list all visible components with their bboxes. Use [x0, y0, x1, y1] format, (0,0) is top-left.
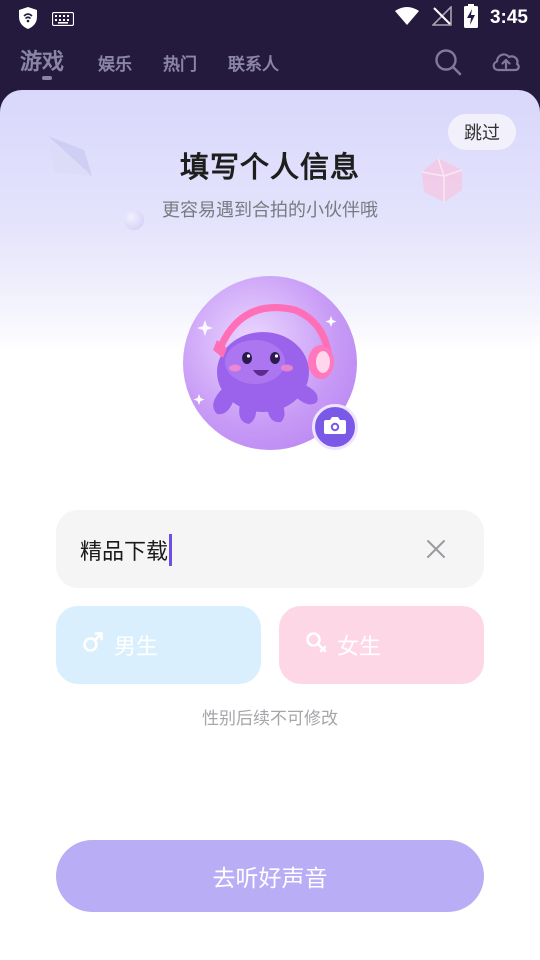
gender-female-button[interactable]: 女生 — [279, 606, 484, 684]
search-icon[interactable] — [432, 46, 464, 78]
nickname-input[interactable]: 精品下载 — [56, 510, 484, 588]
gender-female-label: 女生 — [337, 635, 382, 660]
nickname-value: 精品下载 — [80, 540, 169, 565]
male-symbol-icon — [82, 631, 104, 659]
gender-male-button[interactable]: 男生 — [56, 606, 261, 684]
tab-contacts[interactable]: 联系人 — [228, 50, 279, 75]
cloud-upload-icon[interactable] — [490, 46, 522, 78]
profile-setup-card: 跳过 填写个人信息 更容易遇到合拍的小伙伴哦 精品下载 男生 女生 性别后续不可… — [0, 90, 540, 960]
page-subtitle: 更容易遇到合拍的小伙伴哦 — [162, 200, 378, 221]
tab-popular[interactable]: 热门 — [163, 50, 197, 75]
no-signal-icon — [431, 5, 452, 30]
camera-icon — [323, 415, 347, 439]
top-navigation: 游戏 娱乐 热门 联系人 — [0, 36, 540, 90]
change-avatar-button[interactable] — [312, 404, 358, 450]
battery-charging-icon — [463, 4, 478, 32]
status-bar: 3:45 — [0, 0, 540, 36]
keyboard-icon — [51, 11, 75, 30]
female-symbol-icon — [305, 631, 327, 659]
tab-entertainment[interactable]: 娱乐 — [98, 50, 132, 75]
active-tab-indicator — [42, 76, 52, 80]
tab-games[interactable]: 游戏 — [20, 44, 64, 76]
shield-icon — [18, 6, 38, 34]
page-title: 填写个人信息 — [179, 150, 360, 184]
clock-time: 3:45 — [489, 7, 528, 28]
text-caret — [169, 534, 173, 566]
close-icon[interactable] — [424, 537, 448, 561]
submit-button[interactable]: 去听好声音 — [56, 840, 484, 912]
gender-note: 性别后续不可修改 — [202, 709, 338, 729]
wifi-icon — [394, 6, 420, 30]
gender-male-label: 男生 — [114, 635, 159, 660]
